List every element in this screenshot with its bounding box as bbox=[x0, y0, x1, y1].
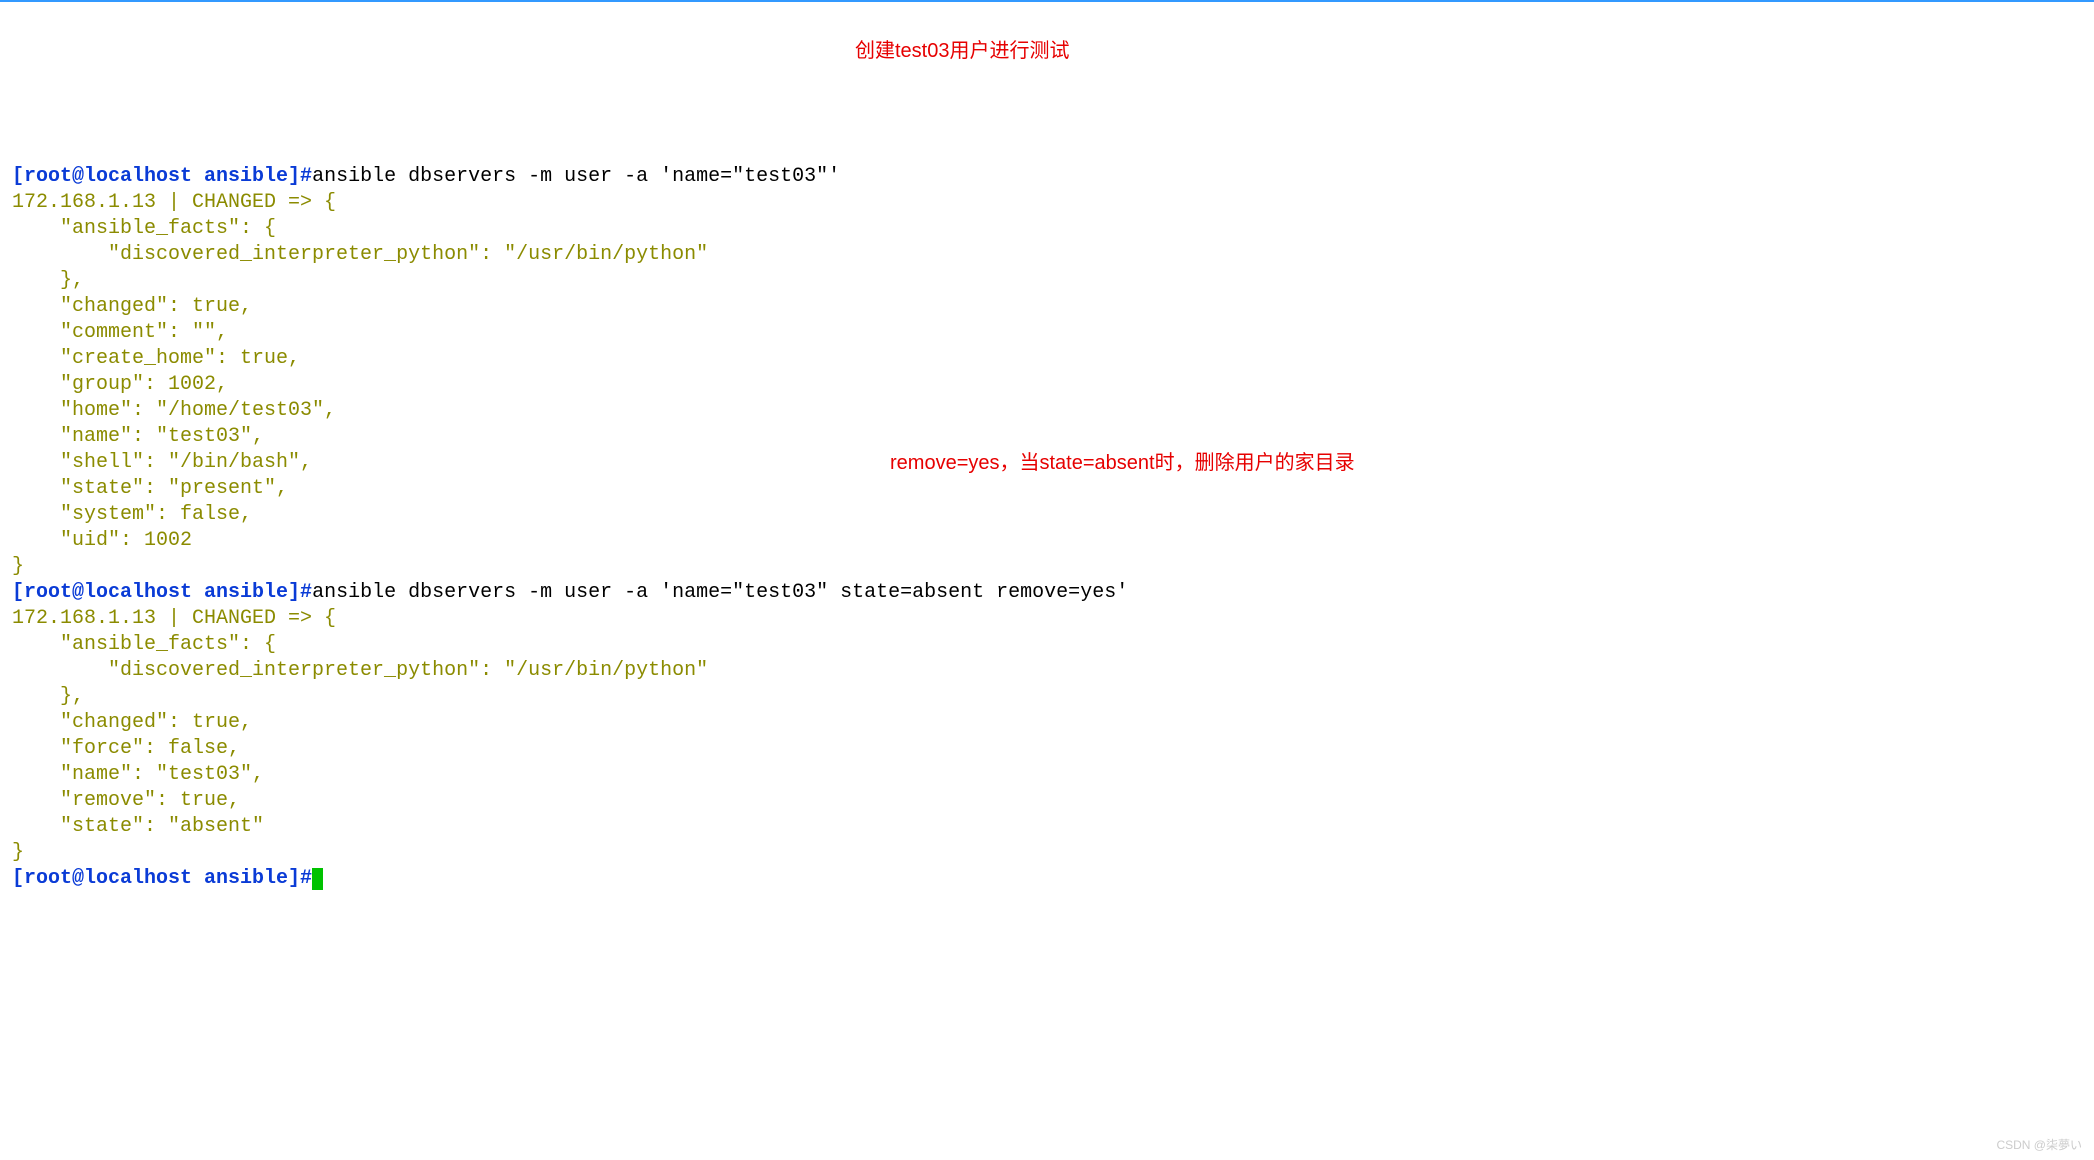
annotation-create-user: 创建test03用户进行测试 bbox=[855, 38, 1069, 64]
window-top-border bbox=[0, 0, 2094, 2]
shell-prompt-2: [root@localhost ansible]# bbox=[12, 581, 312, 604]
command-1: ansible dbservers -m user -a 'name="test… bbox=[312, 165, 840, 188]
terminal-content[interactable]: [root@localhost ansible]#ansible dbserve… bbox=[12, 164, 2082, 892]
output-block-1: 172.168.1.13 | CHANGED => { "ansible_fac… bbox=[12, 191, 708, 578]
cursor-icon bbox=[312, 868, 323, 890]
shell-prompt-1: [root@localhost ansible]# bbox=[12, 165, 312, 188]
output-block-2: 172.168.1.13 | CHANGED => { "ansible_fac… bbox=[12, 607, 708, 864]
watermark-text: CSDN @柒夢い bbox=[1996, 1138, 2082, 1154]
shell-prompt-3: [root@localhost ansible]# bbox=[12, 867, 312, 890]
annotation-remove-yes: remove=yes，当state=absent时，删除用户的家目录 bbox=[890, 450, 1355, 476]
command-2: ansible dbservers -m user -a 'name="test… bbox=[312, 581, 1128, 604]
